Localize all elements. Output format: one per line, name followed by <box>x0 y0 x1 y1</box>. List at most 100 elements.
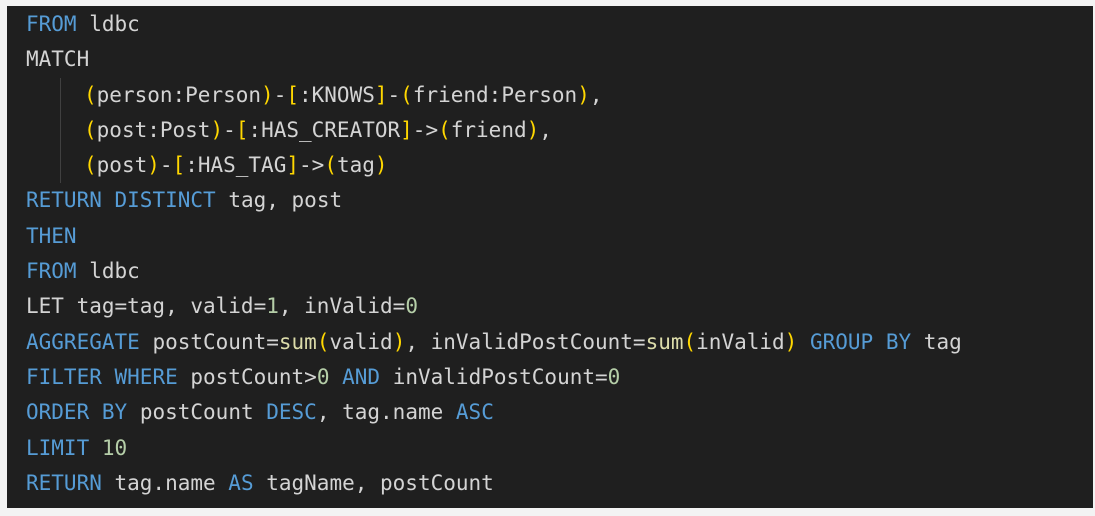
code-token: RETURN <box>26 188 102 213</box>
code-token: , inValidPostCount= <box>405 329 646 354</box>
code-token: ) <box>210 117 224 142</box>
code-token: :HAS_CREATOR <box>248 117 401 142</box>
code-token: ] <box>374 82 388 107</box>
code-token: ASC <box>455 400 494 425</box>
code-line[interactable]: ORDER BY postCount DESC, tag.name ASC <box>7 395 1093 430</box>
code-token: - <box>273 82 287 107</box>
code-token: ] <box>286 153 300 178</box>
code-token: [ <box>286 82 299 107</box>
code-token: AND <box>342 364 381 389</box>
code-line[interactable]: RETURN DISTINCT tag, post <box>7 183 1093 218</box>
code-token: ( <box>84 153 97 178</box>
code-token: FILTER <box>26 364 102 389</box>
code-token: sum <box>645 329 684 354</box>
code-token: person:Person <box>96 82 262 107</box>
code-line[interactable]: AGGREGATE postCount=sum(valid), inValidP… <box>7 325 1093 360</box>
code-token: [ <box>172 153 186 178</box>
code-token: ldbc <box>76 259 140 284</box>
code-token: LET tag=tag, valid= <box>26 294 267 319</box>
code-token: ) <box>261 82 274 107</box>
code-token: friend:Person <box>412 82 578 107</box>
code-token: ) <box>374 153 388 178</box>
code-token: 0 <box>607 364 621 389</box>
code-token: sum <box>278 329 317 354</box>
code-token: post <box>96 153 148 178</box>
code-token: LIMIT <box>26 435 90 460</box>
code-token: ( <box>84 82 97 107</box>
code-token: ( <box>84 117 97 142</box>
code-token: THEN <box>26 223 77 248</box>
code-token: GROUP <box>809 329 874 354</box>
code-token: inValid <box>696 329 785 354</box>
code-token: - <box>387 82 401 107</box>
code-token: AGGREGATE <box>26 329 140 354</box>
code-token: 10 <box>101 435 128 460</box>
code-token: ORDER <box>26 400 90 425</box>
code-token: ( <box>324 153 337 178</box>
code-token: tag <box>911 329 962 354</box>
code-token: ) <box>147 153 160 178</box>
code-token: , tag.name <box>316 400 456 425</box>
code-token: BY <box>101 400 128 425</box>
code-token: - <box>223 117 236 142</box>
code-token: ) <box>526 117 540 142</box>
code-token: , <box>589 82 603 107</box>
code-token: BY <box>885 329 912 354</box>
code-token: postCount <box>127 400 267 425</box>
code-line[interactable]: MATCH <box>7 42 1093 77</box>
code-line[interactable]: RETURN tag.name AS tagName, postCount <box>7 466 1093 501</box>
code-editor[interactable]: FROM ldbc MATCH (person:Person)-[:KNOWS]-(… <box>7 6 1093 508</box>
code-token: postCount> <box>177 364 317 389</box>
code-line[interactable]: LIMIT 10 <box>7 431 1093 466</box>
code-token: AS <box>228 470 254 495</box>
code-token: 1 <box>266 294 279 319</box>
code-token: - <box>159 153 173 178</box>
code-token: postCount= <box>139 329 279 354</box>
code-line[interactable]: FILTER WHERE postCount>0 AND inValidPost… <box>7 360 1093 395</box>
code-token: valid <box>329 329 393 354</box>
code-line[interactable]: THEN <box>7 219 1093 254</box>
code-token: ] <box>400 117 413 142</box>
code-token: tag <box>336 153 375 178</box>
code-token: ) <box>392 329 406 354</box>
code-token: ( <box>316 329 330 354</box>
indent-guide <box>60 148 61 184</box>
code-token: :KNOWS <box>299 82 375 107</box>
code-token: [ <box>235 117 249 142</box>
code-token: DISTINCT <box>114 188 216 213</box>
code-token: 0 <box>316 364 330 389</box>
code-token: ) <box>577 82 590 107</box>
code-token: -> <box>412 117 439 142</box>
code-token: , <box>539 117 552 142</box>
code-token: post:Post <box>96 117 211 142</box>
code-token: MATCH <box>26 47 90 72</box>
indent-guide <box>60 112 61 149</box>
code-line[interactable]: (post:Post)-[:HAS_CREATOR]->(friend), <box>7 112 1093 149</box>
code-token: -> <box>299 153 325 178</box>
code-token: ( <box>400 82 413 107</box>
code-line[interactable]: LET tag=tag, valid=1, inValid=0 <box>7 289 1093 324</box>
code-token: 0 <box>405 294 418 319</box>
code-line[interactable]: (post)-[:HAS_TAG]->(tag) <box>7 148 1093 184</box>
code-token: ldbc <box>76 12 140 36</box>
code-token: RETURN <box>26 470 102 495</box>
code-line[interactable]: FROM ldbc <box>7 254 1093 289</box>
code-token: FROM <box>26 259 77 284</box>
indent-guide <box>60 77 61 113</box>
code-token: ) <box>784 329 798 354</box>
code-token: ( <box>683 329 697 354</box>
code-line[interactable]: (person:Person)-[:KNOWS]-(friend:Person)… <box>7 77 1093 113</box>
code-token: :HAS_TAG <box>185 153 287 178</box>
code-token: inValidPostCount= <box>380 364 608 389</box>
code-line[interactable]: FROM ldbc <box>7 7 1093 42</box>
code-token: , inValid= <box>278 294 406 319</box>
code-token: friend <box>450 117 527 142</box>
code-token: tag.name <box>101 470 229 495</box>
